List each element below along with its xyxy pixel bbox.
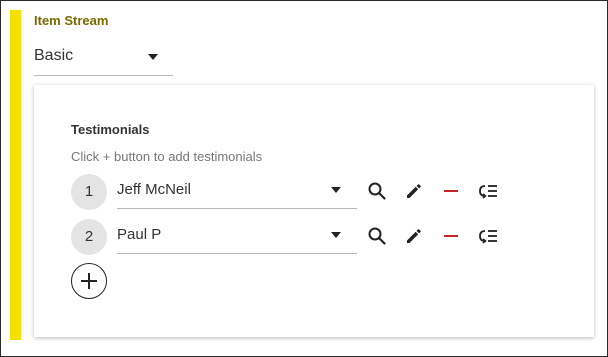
editor-frame: Item Stream Basic Testimonials Click + b… (0, 0, 608, 357)
item-stream-type-value: Basic (34, 47, 74, 64)
search-icon[interactable] (365, 179, 389, 203)
item-stream-type-select[interactable]: Basic (34, 43, 173, 76)
accent-bar (10, 10, 21, 340)
pencil-icon[interactable] (402, 179, 426, 203)
testimonial-select-value: Jeff McNeil (117, 181, 191, 198)
chevron-down-icon (148, 54, 158, 60)
panel-hint: Click + button to add testimonials (71, 149, 263, 164)
chevron-down-icon (331, 187, 341, 193)
testimonial-row: 1 Jeff McNeil (71, 173, 511, 211)
row-number: 1 (71, 174, 107, 210)
row-number: 2 (71, 219, 107, 255)
testimonial-select[interactable]: Jeff McNeil (117, 173, 357, 209)
testimonial-select[interactable]: Paul P (117, 218, 357, 254)
list-reorder-icon[interactable] (476, 224, 500, 248)
panel-title: Testimonials (71, 122, 150, 137)
add-testimonial-button[interactable] (71, 263, 107, 299)
minus-icon[interactable] (439, 179, 463, 203)
search-icon[interactable] (365, 224, 389, 248)
list-reorder-icon[interactable] (476, 179, 500, 203)
minus-icon[interactable] (439, 224, 463, 248)
testimonials-panel: Testimonials Click + button to add testi… (34, 85, 594, 337)
testimonial-row: 2 Paul P (71, 218, 511, 256)
pencil-icon[interactable] (402, 224, 426, 248)
testimonial-select-value: Paul P (117, 226, 162, 243)
section-title: Item Stream (34, 13, 109, 28)
chevron-down-icon (331, 232, 341, 238)
